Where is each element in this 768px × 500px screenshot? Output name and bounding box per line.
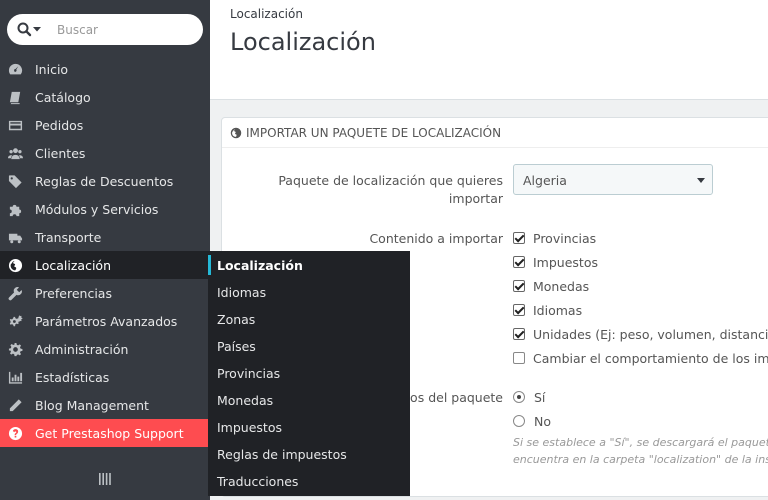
content-label: Contenido a importar (369, 231, 503, 246)
package-label: Paquete de localización que quieres impo… (278, 173, 503, 206)
sidebar-item-label: Inicio (35, 61, 69, 77)
sidebar-item-label: Preferencias (35, 285, 112, 301)
content-option-provincias[interactable]: Provincias (513, 229, 596, 247)
radio[interactable] (513, 415, 525, 427)
pencil-icon (7, 397, 23, 413)
dashboard-icon (7, 61, 23, 77)
sidebar-item-blog-management[interactable]: Blog Management (0, 391, 210, 419)
sidebar-item-label: Módulos y Servicios (35, 201, 159, 217)
checkbox[interactable] (513, 352, 525, 364)
checkbox-label: Unidades (Ej: peso, volumen, distancia) (533, 326, 768, 342)
submenu-item-provincias[interactable]: Provincias (217, 360, 280, 387)
sidebar-item-label: Administración (35, 341, 129, 357)
checkbox[interactable] (513, 304, 525, 316)
breadcrumb[interactable]: Localización (230, 7, 303, 21)
sidebar-item-estadisticas[interactable]: Estadísticas (0, 363, 210, 391)
submenu-item-traducciones[interactable]: Traducciones (217, 468, 298, 495)
chevron-down-icon (697, 178, 705, 183)
content-option-cambiar-impuestos[interactable]: Cambiar el comportamiento de los impues (513, 349, 768, 367)
radio-label: No (534, 413, 551, 429)
sidebar-item-label: Parámetros Avanzados (35, 313, 178, 329)
checkbox-label: Provincias (533, 230, 597, 246)
panel-heading-text: IMPORTAR UN PAQUETE DE LOCALIZACIÓN (246, 125, 502, 140)
sidebar-item-clientes[interactable]: Clientes (0, 139, 210, 167)
collapse-sidebar-icon[interactable] (99, 471, 111, 487)
panel-heading: IMPORTAR UN PAQUETE DE LOCALIZACIÓN (222, 118, 768, 148)
content-option-idiomas[interactable]: Idiomas (513, 301, 582, 319)
content-option-impuestos[interactable]: Impuestos (513, 253, 598, 271)
sidebar-item-catalogo[interactable]: Catálogo (0, 83, 210, 111)
search-input[interactable] (57, 20, 197, 40)
package-select-value: Algeria (523, 173, 567, 188)
tags-icon (7, 173, 23, 189)
search-icon[interactable] (17, 21, 43, 38)
download-option-no[interactable]: No (513, 412, 551, 430)
sidebar-item-label: Clientes (35, 145, 86, 161)
submenu-item-idiomas[interactable]: Idiomas (217, 279, 266, 306)
sidebar-item-label: Localización (35, 257, 112, 273)
sidebar-item-localizacion[interactable]: Localización (0, 251, 208, 279)
book-icon (7, 89, 23, 105)
help-line: Si se establece a "Sí", se descargará el… (513, 436, 768, 449)
checkbox[interactable] (513, 328, 525, 340)
submenu-item-impuestos[interactable]: Impuestos (217, 414, 282, 441)
radio-label: Sí (534, 389, 546, 405)
help-line: encuentra en la carpeta "localization" d… (513, 453, 768, 466)
bar-chart-icon (7, 369, 23, 385)
sidebar: Inicio Catálogo Pedidos Clientes Reglas … (0, 0, 210, 500)
submenu-item-monedas[interactable]: Monedas (217, 387, 273, 414)
radio[interactable] (513, 391, 525, 403)
sidebar-item-pedidos[interactable]: Pedidos (0, 111, 210, 139)
sidebar-item-administracion[interactable]: Administración (0, 335, 210, 363)
sidebar-item-label: Get Prestashop Support (35, 425, 184, 441)
checkbox-label: Cambiar el comportamiento de los impues (533, 350, 768, 366)
globe-icon (230, 127, 242, 138)
sidebar-item-label: Transporte (35, 229, 102, 245)
checkbox[interactable] (513, 232, 525, 244)
content-option-unidades[interactable]: Unidades (Ej: peso, volumen, distancia) (513, 325, 768, 343)
puzzle-icon (7, 201, 23, 217)
cogs-icon (7, 313, 23, 329)
credit-card-icon (7, 117, 23, 133)
sidebar-item-label: Catálogo (35, 89, 91, 105)
cog-icon (7, 341, 23, 357)
submenu-item-zonas[interactable]: Zonas (217, 306, 255, 333)
question-circle-icon (7, 425, 23, 441)
download-label: tos del paquete (405, 390, 503, 405)
package-select[interactable]: Algeria (513, 164, 713, 195)
checkbox-label: Idiomas (533, 302, 583, 318)
download-option-si[interactable]: Sí (513, 388, 545, 406)
globe-icon (7, 257, 23, 273)
page-title: Localización (230, 28, 376, 56)
content-option-monedas[interactable]: Monedas (513, 277, 589, 295)
checkbox[interactable] (513, 280, 525, 292)
sidebar-item-transporte[interactable]: Transporte (0, 223, 210, 251)
sidebar-item-get-support[interactable]: Get Prestashop Support (0, 419, 210, 447)
wrench-icon (7, 285, 23, 301)
sidebar-item-label: Estadísticas (35, 369, 110, 385)
help-text: Si se establece a "Sí", se descargará el… (513, 434, 768, 468)
page-header: Localización Localización (210, 0, 768, 100)
checkbox[interactable] (513, 256, 525, 268)
checkbox-label: Monedas (533, 278, 590, 294)
submenu-item-localizacion[interactable]: Localización (208, 252, 303, 279)
truck-icon (7, 229, 23, 245)
sidebar-item-modulos[interactable]: Módulos y Servicios (0, 195, 210, 223)
sidebar-item-inicio[interactable]: Inicio (0, 55, 210, 83)
submenu-item-reglas-impuestos[interactable]: Reglas de impuestos (217, 441, 347, 468)
sidebar-item-parametros-avanzados[interactable]: Parámetros Avanzados (0, 307, 210, 335)
sidebar-item-label: Blog Management (35, 397, 149, 413)
sidebar-item-label: Reglas de Descuentos (35, 173, 174, 189)
checkbox-label: Impuestos (533, 254, 598, 270)
sidebar-item-label: Pedidos (35, 117, 84, 133)
sidebar-item-preferencias[interactable]: Preferencias (0, 279, 210, 307)
sidebar-item-reglas-descuentos[interactable]: Reglas de Descuentos (0, 167, 210, 195)
search-box[interactable] (7, 14, 203, 45)
localizacion-submenu: Localización Idiomas Zonas Países Provin… (208, 251, 410, 496)
submenu-item-paises[interactable]: Países (217, 333, 256, 360)
users-icon (7, 145, 23, 161)
